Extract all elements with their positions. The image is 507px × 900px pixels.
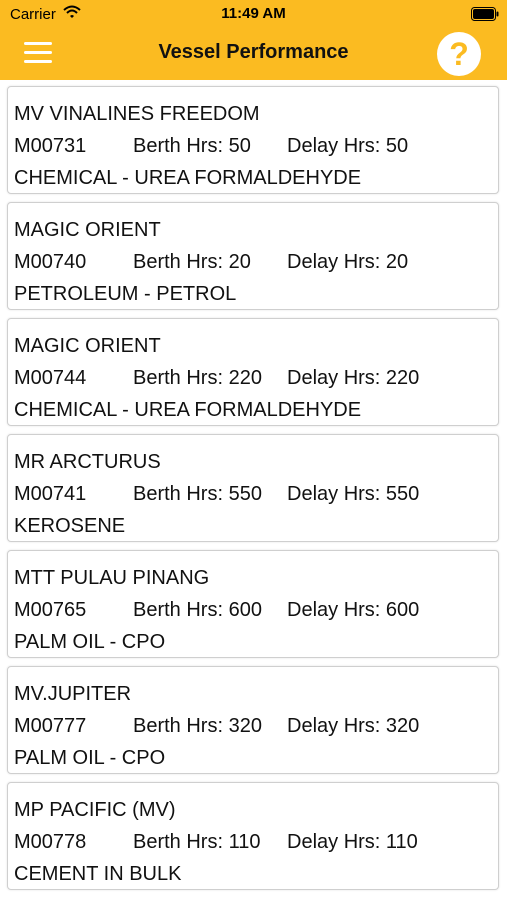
delay-hours: Delay Hrs: 320	[287, 715, 420, 737]
cargo-type: PETROLEUM - PETROL	[14, 283, 237, 305]
delay-hours: Delay Hrs: 20	[287, 251, 409, 273]
vessel-code: M00778	[14, 831, 87, 853]
vessel-name: MAGIC ORIENT	[14, 219, 161, 241]
vessel-card[interactable]: MV VINALINES FREEDOM M00731 Berth Hrs: 5…	[7, 86, 499, 194]
battery-icon	[471, 7, 499, 26]
berth-hours: Berth Hrs: 320	[133, 715, 262, 737]
delay-hours: Delay Hrs: 50	[287, 135, 409, 157]
page-title: Vessel Performance	[158, 41, 349, 63]
vessel-card[interactable]: MAGIC ORIENT M00740 Berth Hrs: 20 Delay …	[7, 202, 499, 310]
vessel-code: M00744	[14, 367, 87, 389]
cargo-type: CHEMICAL - UREA FORMALDEHYDE	[14, 167, 362, 189]
vessel-code: M00740	[14, 251, 87, 273]
berth-hours: Berth Hrs: 600	[133, 599, 262, 621]
vessel-name: MR ARCTURUS	[14, 451, 161, 473]
berth-hours: Berth Hrs: 550	[133, 483, 262, 505]
berth-hours: Berth Hrs: 50	[133, 135, 251, 157]
cargo-type: PALM OIL - CPO	[14, 747, 166, 769]
delay-hours: Delay Hrs: 550	[287, 483, 420, 505]
help-button[interactable]: ?	[437, 32, 481, 76]
vessel-name: MP PACIFIC (MV)	[14, 799, 176, 821]
delay-hours: Delay Hrs: 600	[287, 599, 420, 621]
navigation-bar: Vessel Performance ?	[0, 28, 507, 80]
berth-hours: Berth Hrs: 20	[133, 251, 251, 273]
vessel-code: M00731	[14, 135, 87, 157]
vessel-card[interactable]: MR ARCTURUS M00741 Berth Hrs: 550 Delay …	[7, 434, 499, 542]
cargo-type: CHEMICAL - UREA FORMALDEHYDE	[14, 399, 362, 421]
cargo-type: KEROSENE	[14, 515, 126, 537]
delay-hours: Delay Hrs: 220	[287, 367, 420, 389]
vessel-code: M00741	[14, 483, 87, 505]
status-time: 11:49 AM	[221, 5, 286, 22]
vessel-name: MV VINALINES FREEDOM	[14, 103, 260, 125]
vessel-code: M00777	[14, 715, 87, 737]
cargo-type: PALM OIL - CPO	[14, 631, 166, 653]
vessel-card[interactable]: MTT PULAU PINANG M00765 Berth Hrs: 600 D…	[7, 550, 499, 658]
vessel-code: M00765	[14, 599, 87, 621]
cargo-type: CEMENT IN BULK	[14, 863, 182, 885]
delay-hours: Delay Hrs: 110	[287, 831, 418, 853]
vessel-name: MTT PULAU PINANG	[14, 567, 210, 589]
berth-hours: Berth Hrs: 110	[133, 831, 261, 853]
vessel-card[interactable]: MP PACIFIC (MV) M00778 Berth Hrs: 110 De…	[7, 782, 499, 890]
vessel-name: MAGIC ORIENT	[14, 335, 161, 357]
vessel-card[interactable]: MAGIC ORIENT M00744 Berth Hrs: 220 Delay…	[7, 318, 499, 426]
status-bar: Carrier 11:49 AM	[0, 0, 507, 28]
vessel-name: MV.JUPITER	[14, 683, 132, 705]
vessel-card[interactable]: MV.JUPITER M00777 Berth Hrs: 320 Delay H…	[7, 666, 499, 774]
berth-hours: Berth Hrs: 220	[133, 367, 262, 389]
